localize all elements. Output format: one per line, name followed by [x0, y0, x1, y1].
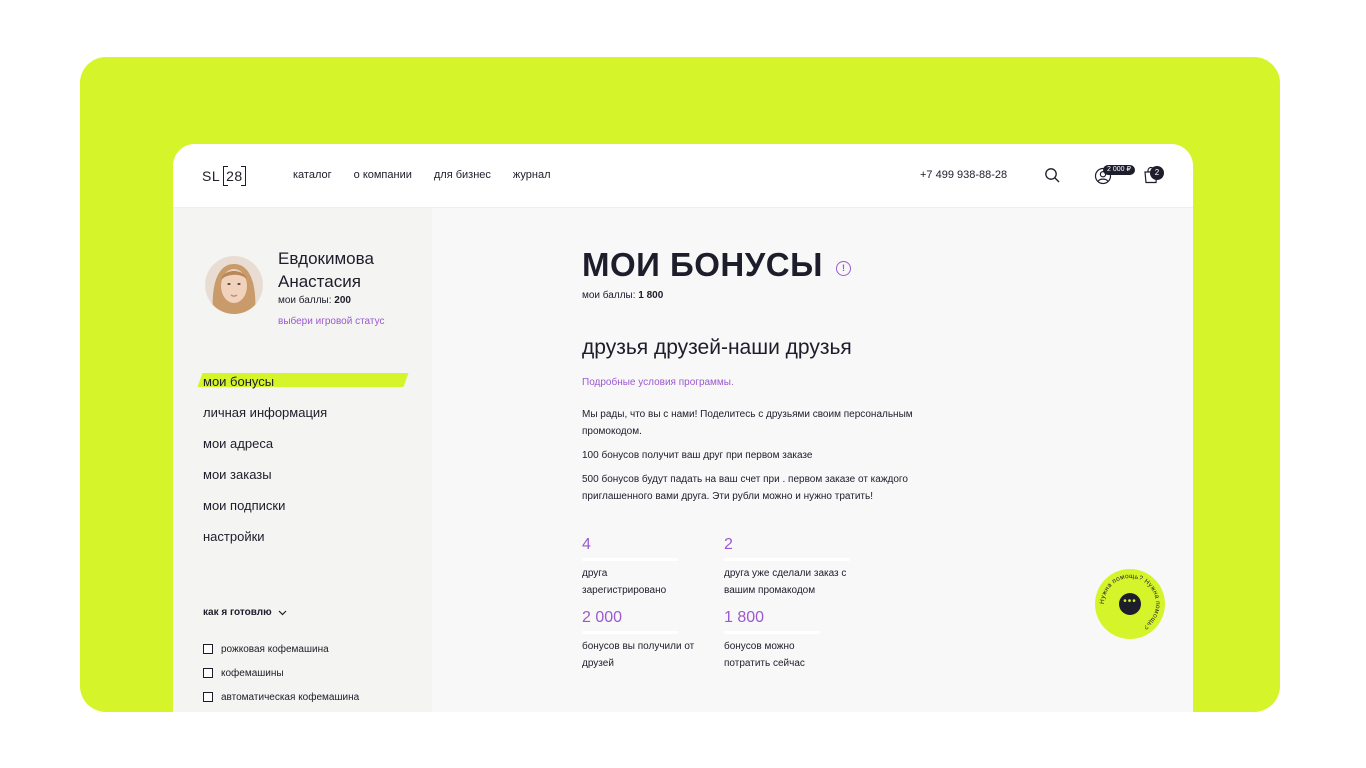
balance-label: мои баллы:: [582, 290, 636, 301]
checkbox-option[interactable]: рожковая кофемашина: [203, 637, 359, 661]
game-status-link[interactable]: выбери игровой статус: [278, 316, 384, 327]
menu-item-settings[interactable]: настройки: [203, 528, 327, 559]
user-name: Евдокимова Анастасия: [278, 249, 374, 291]
lime-background: SL 28 каталог о компании для бизнес журн…: [80, 57, 1280, 712]
friend-bonus-paragraph: 100 бонусов получит ваш друг при первом …: [582, 450, 813, 461]
menu-item-label: мои бонусы: [203, 374, 275, 389]
site-header: SL 28 каталог о компании для бизнес журн…: [173, 144, 1193, 208]
logo[interactable]: SL 28: [202, 165, 246, 187]
user-points-value: 200: [334, 295, 351, 306]
checkbox-option[interactable]: автоматическая кофемашина: [203, 685, 359, 709]
logo-prefix: SL: [202, 168, 221, 184]
phone-number[interactable]: +7 499 938-88-28: [920, 169, 1007, 181]
stat-label: бонусов вы получили от друзей: [582, 641, 695, 669]
chat-icon: •••: [1119, 593, 1141, 615]
nav-about[interactable]: о компании: [354, 169, 412, 181]
avatar: [205, 256, 263, 314]
checkbox-label: кофемашины: [221, 667, 284, 679]
bonuses-content: МОИ БОНУСЫ ! мои баллы: 1 800 друзья дру…: [432, 208, 1193, 712]
help-chat-button[interactable]: Нужна помощь? Нужна помощь? •••: [1095, 569, 1165, 639]
nav-business[interactable]: для бизнес: [434, 169, 491, 181]
intro-paragraph: Мы рады, что вы с нами! Поделитесь с дру…: [582, 409, 913, 437]
stat-value: 2: [724, 536, 850, 561]
cart-count-badge: 2: [1150, 166, 1164, 180]
nav-journal[interactable]: журнал: [513, 169, 551, 181]
menu-item-label: мои подписки: [203, 498, 286, 513]
logo-number: 28: [223, 166, 246, 186]
stat-value: 1 800: [724, 609, 820, 634]
stat-label: друга зарегистрировано: [582, 568, 667, 596]
user-points: мои баллы: 200: [278, 295, 351, 306]
menu-item-addresses[interactable]: мои адреса: [203, 435, 327, 466]
checkbox-option[interactable]: кофемашины: [203, 661, 359, 685]
menu-item-label: настройки: [203, 529, 265, 544]
chevron-down-icon: [278, 610, 287, 615]
bonus-balance: мои баллы: 1 800: [582, 290, 663, 301]
stat-value: 4: [582, 536, 678, 561]
referrer-bonus-paragraph: 500 бонусов будут падать на ваш счет при…: [582, 474, 908, 502]
menu-item-orders[interactable]: мои заказы: [203, 466, 327, 497]
menu-item-label: мои заказы: [203, 467, 272, 482]
checkbox[interactable]: [203, 668, 213, 678]
account-sidebar: Евдокимова Анастасия мои баллы: 200 выбе…: [173, 208, 432, 712]
cooking-dropdown[interactable]: как я готовлю: [203, 607, 287, 618]
checkbox[interactable]: [203, 644, 213, 654]
points-badge: 2 000 ₽: [1103, 165, 1135, 175]
info-icon[interactable]: !: [836, 261, 851, 276]
account-menu: мои бонусы личная информация мои адреса …: [203, 373, 327, 559]
stat-available: 1 800 бонусов можно потратить сейчас: [724, 609, 824, 672]
menu-item-bonuses[interactable]: мои бонусы: [203, 373, 327, 404]
stat-label: друга уже сделали заказ с вашим промакод…: [724, 568, 847, 596]
cooking-options: рожковая кофемашина кофемашины автоматич…: [203, 637, 359, 709]
app-window: SL 28 каталог о компании для бизнес журн…: [173, 144, 1193, 712]
search-icon[interactable]: [1044, 167, 1060, 183]
user-points-label: мои баллы:: [278, 295, 332, 306]
balance-value: 1 800: [638, 290, 664, 301]
nav-catalog[interactable]: каталог: [293, 169, 332, 181]
checkbox[interactable]: [203, 692, 213, 702]
stat-ordered: 2 друга уже сделали заказ с вашим промак…: [724, 536, 864, 599]
stat-registered: 4 друга зарегистрировано: [582, 536, 682, 599]
menu-item-subscriptions[interactable]: мои подписки: [203, 497, 327, 528]
menu-item-label: мои адреса: [203, 436, 274, 451]
stat-received: 2 000 бонусов вы получили от друзей: [582, 609, 698, 672]
checkbox-label: автоматическая кофемашина: [221, 691, 360, 703]
stat-label: бонусов можно потратить сейчас: [724, 641, 805, 669]
conditions-link[interactable]: Подробные условия программы.: [582, 377, 734, 388]
section-title: друзья друзей-наши друзья: [582, 336, 852, 359]
main-nav: каталог о компании для бизнес журнал: [293, 169, 551, 181]
menu-item-personal-info[interactable]: личная информация: [203, 404, 327, 435]
cooking-heading: как я готовлю: [203, 607, 272, 618]
page-title: МОИ БОНУСЫ: [582, 246, 823, 283]
menu-item-label: личная информация: [203, 405, 328, 420]
checkbox-label: рожковая кофемашина: [221, 643, 329, 655]
stat-value: 2 000: [582, 609, 678, 634]
logo-number-text: 28: [226, 168, 243, 184]
